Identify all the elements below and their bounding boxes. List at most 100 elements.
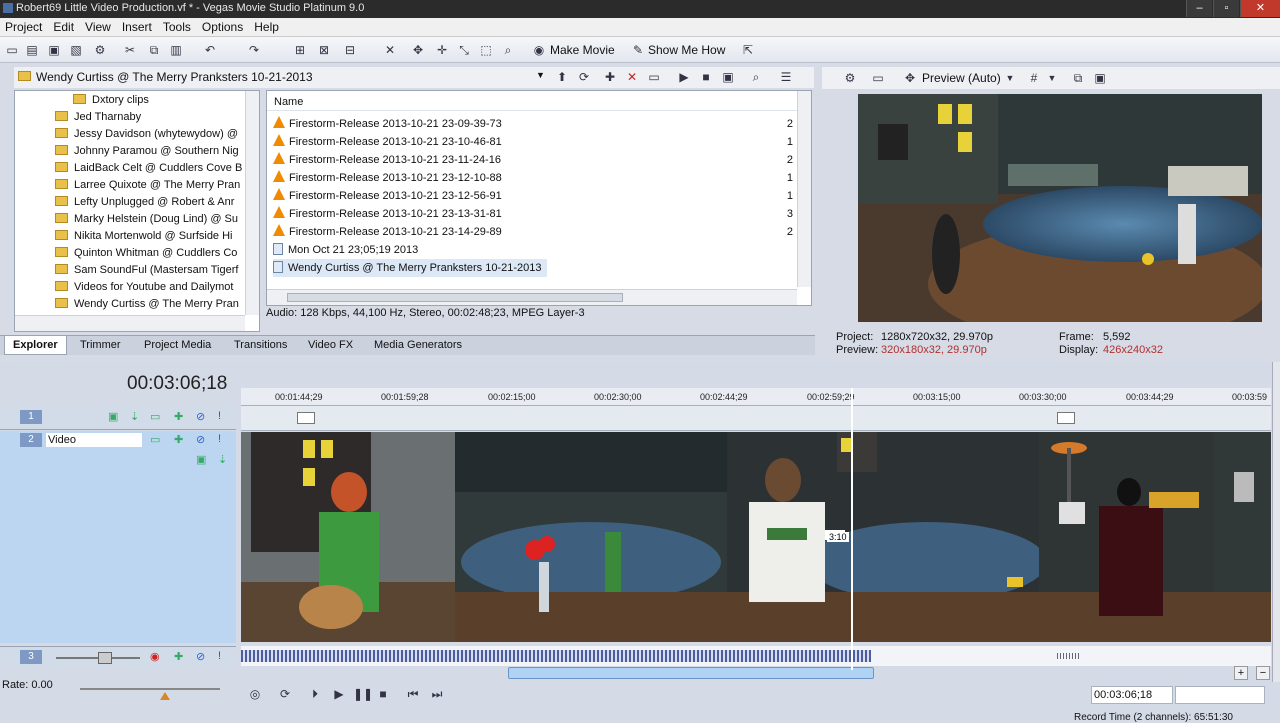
- compositing-icon[interactable]: ▭: [150, 433, 160, 446]
- video-clip[interactable]: [727, 432, 1047, 642]
- video-track-lane[interactable]: 3:10: [241, 432, 1271, 642]
- search-icon[interactable]: ⌕: [748, 69, 764, 85]
- pan-icon[interactable]: ✥: [410, 42, 426, 58]
- explorer-path-field[interactable]: Wendy Curtiss @ The Merry Pranksters 10-…: [36, 70, 548, 86]
- file-row-selected[interactable]: Wendy Curtiss @ The Merry Pranksters 10-…: [273, 259, 548, 277]
- tab-media-generators[interactable]: Media Generators: [374, 339, 462, 351]
- file-list-vertical-scrollbar[interactable]: [797, 91, 811, 287]
- auto-preview-icon[interactable]: ▣: [720, 69, 736, 85]
- video-preview-window[interactable]: [858, 94, 1262, 322]
- track-motion-icon[interactable]: ⇣: [130, 410, 139, 423]
- compositing-icon[interactable]: ▭: [150, 410, 160, 423]
- make-movie-icon[interactable]: ◉: [531, 42, 547, 58]
- tree-item[interactable]: Dxtory clips: [73, 92, 149, 109]
- rate-slider-thumb[interactable]: [160, 692, 170, 700]
- menu-help[interactable]: Help: [249, 18, 285, 34]
- file-row[interactable]: Firestorm-Release 2013-10-21 23-12-56-91: [273, 187, 502, 205]
- file-row[interactable]: Firestorm-Release 2013-10-21 23-12-10-88: [273, 169, 502, 187]
- tree-item[interactable]: LaidBack Celt @ Cuddlers Cove B: [55, 160, 242, 177]
- external-monitor-icon[interactable]: ▭: [870, 70, 886, 86]
- chevron-down-icon[interactable]: ▼: [1002, 70, 1018, 86]
- mute-icon[interactable]: ⊘: [196, 433, 205, 446]
- zoom-tool-icon[interactable]: ⌕: [500, 42, 516, 58]
- overlays-icon[interactable]: #: [1026, 70, 1042, 86]
- copy-icon[interactable]: ⧉: [146, 42, 162, 58]
- stop-icon[interactable]: ■: [375, 686, 391, 702]
- play-from-start-icon[interactable]: ⏵: [307, 686, 323, 702]
- tree-item[interactable]: Johnny Paramou @ Southern Nig: [55, 143, 239, 160]
- minimize-button[interactable]: –: [1186, 0, 1212, 17]
- normal-edit-tool-icon[interactable]: ✛: [434, 42, 450, 58]
- file-row[interactable]: Firestorm-Release 2013-10-21 23-11-24-16: [273, 151, 501, 169]
- file-list[interactable]: Name Firestorm-Release 2013-10-21 23-09-…: [266, 90, 812, 306]
- file-row[interactable]: Firestorm-Release 2013-10-21 23-10-46-81: [273, 133, 502, 151]
- pause-icon[interactable]: ❚❚: [353, 686, 373, 702]
- file-row[interactable]: Mon Oct 21 23;05;19 2013: [273, 241, 418, 259]
- menu-tools[interactable]: Tools: [158, 18, 197, 34]
- timeline-scrollbar-thumb[interactable]: [508, 667, 874, 679]
- maximize-button[interactable]: ▫: [1213, 0, 1239, 17]
- tree-item[interactable]: Larree Quixote @ The Merry Pran: [55, 177, 240, 194]
- redo-icon[interactable]: ↷: [246, 42, 262, 58]
- timeline-vertical-scrollbar[interactable]: [1272, 362, 1280, 682]
- selection-length-field[interactable]: [1175, 686, 1265, 704]
- zoom-in-button[interactable]: +: [1234, 666, 1248, 680]
- track-1-header[interactable]: 1 ▣ ⇣ ▭ ✚ ⊘ !: [0, 406, 236, 430]
- audio-track-lane[interactable]: [241, 646, 1271, 666]
- mute-icon[interactable]: ⊘: [196, 650, 205, 663]
- folder-tree[interactable]: Dxtory clips Jed Tharnaby Jessy Davidson…: [14, 90, 260, 332]
- tab-transitions[interactable]: Transitions: [234, 339, 287, 351]
- play-icon[interactable]: ▶: [331, 686, 347, 702]
- zoom-out-button[interactable]: −: [1256, 666, 1270, 680]
- auto-ripple-icon[interactable]: ⊠: [316, 42, 332, 58]
- envelope-tool-icon[interactable]: ⤡: [456, 42, 472, 58]
- add-fx-icon[interactable]: ✚: [174, 650, 183, 663]
- delete-icon[interactable]: ✕: [624, 69, 640, 85]
- menu-edit[interactable]: Edit: [48, 18, 80, 34]
- add-fx-icon[interactable]: ✚: [174, 433, 183, 446]
- playhead-cursor[interactable]: [851, 388, 853, 670]
- tree-item[interactable]: Jed Tharnaby: [55, 109, 141, 126]
- save-snapshot-icon[interactable]: ▣: [1092, 70, 1108, 86]
- video-clip[interactable]: [455, 432, 727, 642]
- track-motion-icon[interactable]: ⇣: [218, 453, 227, 466]
- track-3-header[interactable]: 3 ◉ ✚ ⊘ !: [0, 646, 236, 668]
- preview-mode-icon[interactable]: ✥: [902, 70, 918, 86]
- menu-insert[interactable]: Insert: [117, 18, 158, 34]
- chevron-down-icon[interactable]: ▼: [1044, 70, 1060, 86]
- go-to-end-icon[interactable]: ⏭: [429, 686, 445, 702]
- paste-icon[interactable]: ▥: [168, 42, 184, 58]
- open-icon[interactable]: ▤: [24, 42, 40, 58]
- track-2-header[interactable]: 2 Video ▭ ✚ ⊘ ! ▣ ⇣: [0, 431, 236, 643]
- file-row[interactable]: Firestorm-Release 2013-10-21 23-14-29-89: [273, 223, 502, 241]
- track-fx-icon[interactable]: ▣: [108, 410, 118, 423]
- save-icon[interactable]: ▣: [46, 42, 62, 58]
- track-fx-icon[interactable]: ▣: [196, 453, 206, 466]
- preview-properties-icon[interactable]: ⚙: [842, 70, 858, 86]
- record-icon[interactable]: ◎: [247, 686, 263, 702]
- tree-item[interactable]: Nikita Mortenwold @ Surfside Hi: [55, 228, 233, 245]
- tree-item[interactable]: Quinton Whitman @ Cuddlers Co: [55, 245, 237, 262]
- show-me-how-button[interactable]: Show Me How: [648, 42, 725, 58]
- play-icon[interactable]: ▶: [676, 69, 692, 85]
- file-row[interactable]: Firestorm-Release 2013-10-21 23-09-39-73: [273, 115, 502, 133]
- snap-icon[interactable]: ⊞: [292, 42, 308, 58]
- crossfade-icon[interactable]: ✕: [382, 42, 398, 58]
- undo-icon[interactable]: ↶: [202, 42, 218, 58]
- up-folder-icon[interactable]: ⬆: [554, 69, 570, 85]
- stop-icon[interactable]: ■: [698, 69, 714, 85]
- save-as-icon[interactable]: ▧: [68, 42, 84, 58]
- tree-vertical-scrollbar[interactable]: [245, 91, 259, 315]
- loop-playback-icon[interactable]: ⟳: [277, 686, 293, 702]
- video-clip[interactable]: [1039, 432, 1214, 642]
- file-list-horizontal-scrollbar[interactable]: [267, 289, 797, 305]
- name-column-header[interactable]: Name: [267, 93, 797, 111]
- solo-icon[interactable]: !: [218, 410, 221, 422]
- video-clip[interactable]: [241, 432, 455, 642]
- add-fx-icon[interactable]: ✚: [174, 410, 183, 423]
- show-me-how-icon[interactable]: ✎: [630, 42, 646, 58]
- views-icon[interactable]: ☰: [778, 69, 794, 85]
- help-pointer-icon[interactable]: ⇱: [740, 42, 756, 58]
- solo-icon[interactable]: !: [218, 433, 221, 445]
- refresh-icon[interactable]: ⟳: [576, 69, 592, 85]
